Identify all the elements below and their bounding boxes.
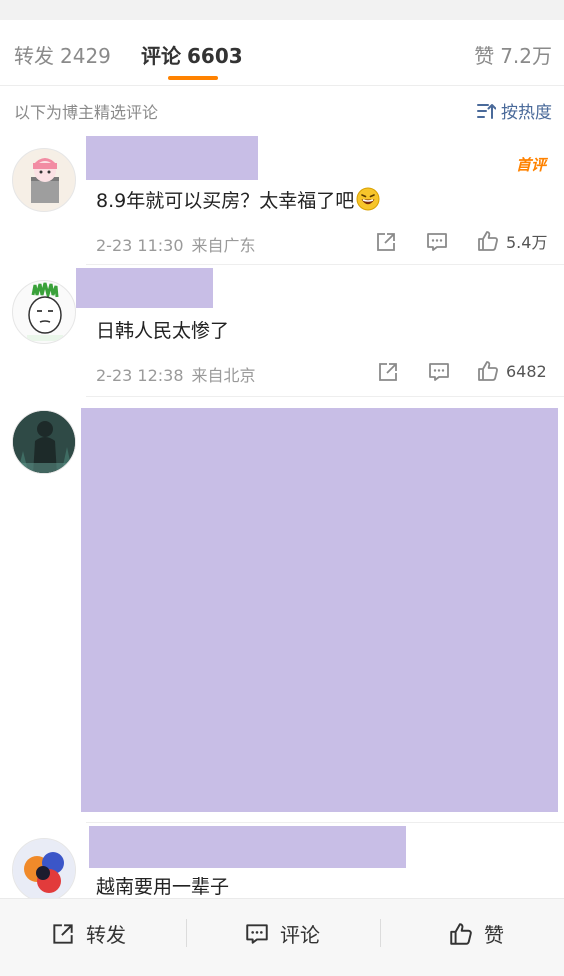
comment-meta: 2-23 12:38 来自北京 xyxy=(96,362,256,386)
tab-bar: 转发 2429 评论 6603 赞 7.2万 xyxy=(0,20,564,86)
comment-text-content: 8.9年就可以买房？太幸福了吧 xyxy=(96,190,355,212)
like-button[interactable]: 5.4万 xyxy=(476,229,547,253)
repost-button[interactable]: 转发 xyxy=(50,919,126,948)
like-count: 6482 xyxy=(506,361,547,381)
avatar[interactable] xyxy=(12,410,76,474)
comment-text: 8.9年就可以买房？太幸福了吧 xyxy=(96,186,380,213)
comment-location: 来自广东 xyxy=(191,236,256,255)
comment-text: 越南要用一辈子 xyxy=(96,876,230,898)
comment-item: 首评 8.9年就可以买房？太幸福了吧 2-23 11:30 来自广东 5.4万 xyxy=(0,132,564,266)
bottom-action-bar: 转发 评论 赞 xyxy=(0,898,564,976)
like-count: 5.4万 xyxy=(506,233,548,252)
top-strip xyxy=(0,0,564,20)
tab-like-count: 7.2万 xyxy=(500,44,552,68)
comment-icon xyxy=(429,363,449,381)
comment-button[interactable]: 评论 xyxy=(244,919,320,948)
tab-comment-label: 评论 xyxy=(141,44,181,68)
like-button[interactable]: 6482 xyxy=(476,359,547,383)
comment-location: 来自北京 xyxy=(191,366,256,385)
separator xyxy=(380,919,381,947)
comment-item xyxy=(0,396,564,823)
sort-icon xyxy=(477,103,496,119)
tab-repost-label: 转发 xyxy=(14,44,54,68)
share-button[interactable] xyxy=(374,230,398,254)
reply-button[interactable] xyxy=(427,360,451,384)
comment-label: 评论 xyxy=(280,923,320,947)
curated-comments-label: 以下为博主精选评论 xyxy=(14,103,159,122)
comment-meta: 2-23 11:30 来自广东 xyxy=(96,232,256,256)
username-redacted[interactable] xyxy=(86,136,258,180)
tab-comment[interactable]: 评论 6603 xyxy=(141,40,243,69)
share-icon xyxy=(377,233,395,251)
comment-content-redacted xyxy=(81,408,558,812)
avatar[interactable] xyxy=(12,148,76,212)
tab-like-label: 赞 xyxy=(474,44,495,68)
share-icon xyxy=(53,923,73,944)
like-label: 赞 xyxy=(484,923,504,947)
like-icon xyxy=(478,231,498,251)
username-redacted[interactable] xyxy=(76,268,213,308)
like-icon xyxy=(478,361,498,381)
share-button[interactable] xyxy=(376,360,400,384)
comment-time: 2-23 11:30 xyxy=(96,236,184,255)
divider xyxy=(86,264,564,265)
comment-icon xyxy=(427,233,447,251)
tab-comment-count: 6603 xyxy=(187,44,243,68)
avatar[interactable] xyxy=(12,280,76,344)
first-comment-badge: 首评 xyxy=(515,156,546,174)
avatar[interactable] xyxy=(12,838,76,902)
comment-icon xyxy=(246,923,268,944)
separator xyxy=(186,919,187,947)
laughing-emoji-icon xyxy=(356,187,380,211)
like-button[interactable]: 赞 xyxy=(448,919,504,948)
reply-button[interactable] xyxy=(425,230,449,254)
share-icon xyxy=(379,363,397,381)
sort-by-heat-button[interactable]: 按热度 xyxy=(476,98,552,123)
username-redacted[interactable] xyxy=(89,826,406,868)
comment-time: 2-23 12:38 xyxy=(96,366,184,385)
comments-subheader: 以下为博主精选评论 按热度 xyxy=(0,86,564,132)
active-tab-indicator xyxy=(168,76,218,80)
comment-item: 越南要用一辈子 xyxy=(0,822,564,902)
tab-repost[interactable]: 转发 2429 xyxy=(14,40,111,69)
comment-item: 日韩人民太惨了 2-23 12:38 来自北京 6482 xyxy=(0,266,564,397)
like-icon xyxy=(450,922,472,945)
tab-like[interactable]: 赞 7.2万 xyxy=(474,40,552,69)
comment-text: 日韩人民太惨了 xyxy=(96,320,230,342)
sort-label: 按热度 xyxy=(501,103,552,123)
repost-label: 转发 xyxy=(86,923,126,947)
tab-repost-count: 2429 xyxy=(60,44,111,68)
